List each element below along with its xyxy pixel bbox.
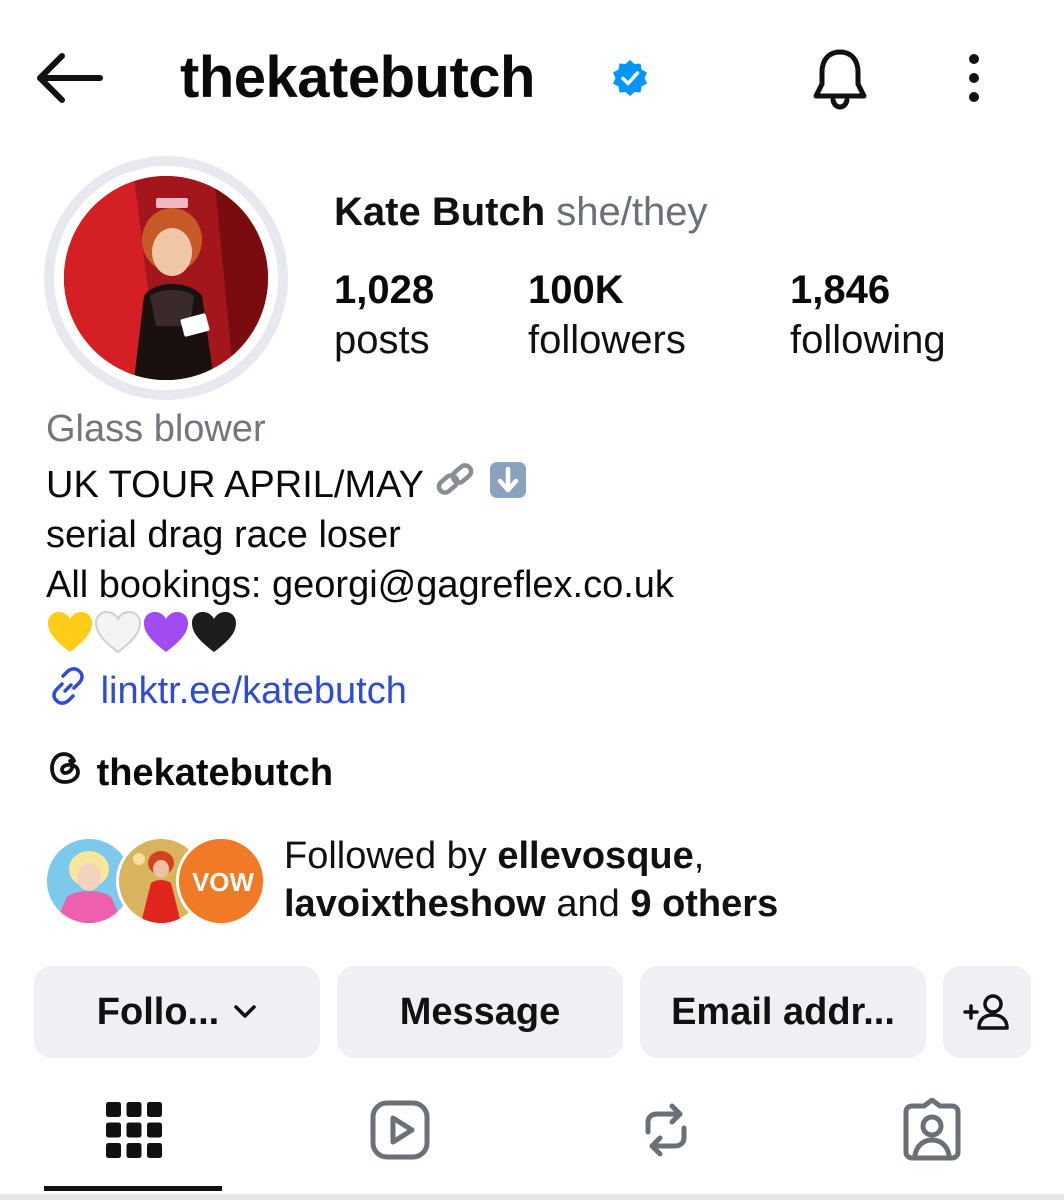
tagged-icon [903,1098,961,1161]
follower-badge-text: VOW [192,867,255,897]
chevron-down-icon [233,1004,257,1020]
tab-reposts[interactable] [626,1090,706,1170]
profile-category: Glass blower [46,408,266,450]
followed-by-user-1: ellevosque [497,835,694,877]
followed-by-others: 9 others [630,883,779,925]
profile-username: thekatebutch [180,45,535,110]
tab-reels[interactable] [360,1090,440,1170]
message-button-label: Message [399,990,561,1033]
stat-following-label: following [790,318,946,362]
stat-posts[interactable]: 1,028 posts [334,266,434,366]
down-arrow-emoji-icon [488,460,528,513]
reels-icon [370,1100,430,1160]
threads-handle: thekatebutch [96,752,334,794]
tabs-divider [0,1194,1064,1200]
grid-icon [106,1102,162,1158]
bio-link-text: linktr.ee/katebutch [100,670,407,712]
email-button-label: Email addr... [671,990,895,1033]
following-button-label: Follo... [96,990,220,1033]
stat-followers-label: followers [528,318,686,362]
more-vertical-icon [969,54,979,102]
stat-posts-value: 1,028 [334,268,435,312]
stat-posts-label: posts [334,318,430,362]
followed-by-sep: , [693,835,705,877]
notifications-bell-button[interactable] [806,44,874,112]
bio-line-tagline: serial drag race loser [46,514,401,556]
profile-avatar[interactable] [64,176,268,380]
bio-line-bookings: All bookings: georgi@gagreflex.co.uk [46,564,674,606]
email-button[interactable]: Email addr... [640,966,926,1058]
reposts-icon [645,1103,687,1157]
stat-following[interactable]: 1,846 following [790,266,946,366]
more-options-button[interactable] [950,50,998,110]
active-tab-indicator [44,1186,222,1191]
threads-link[interactable]: thekatebutch [46,748,333,801]
tab-tagged[interactable] [892,1090,972,1170]
bio-tour-text: UK TOUR APRIL/MAY [46,464,424,506]
pronouns: she/they [556,190,708,234]
stat-following-value: 1,846 [790,268,891,312]
yellow-heart-icon [46,610,94,667]
link-icon [46,666,90,719]
followed-by-and: and [545,883,631,925]
followed-by-prefix: Followed by [284,835,498,877]
threads-icon [46,748,86,801]
display-name: Kate Butch [334,190,546,234]
suggested-users-button[interactable] [943,966,1031,1058]
link-emoji-icon [434,460,478,513]
black-heart-icon [190,610,238,667]
bio-hearts-row [46,610,238,667]
following-dropdown-button[interactable]: Follo... [34,966,320,1058]
stat-followers-value: 100K [528,268,624,312]
bio-link[interactable]: linktr.ee/katebutch [46,666,407,719]
follower-avatar-3[interactable]: VOW [176,836,266,926]
stat-followers[interactable]: 100K followers [528,266,686,366]
display-name-row: Kate Butch she/they [334,188,707,236]
bio-line-tour: UK TOUR APRIL/MAY [46,460,528,513]
tab-posts-grid[interactable] [94,1090,174,1170]
message-button[interactable]: Message [337,966,623,1058]
followed-by-user-2: lavoixtheshow [284,883,546,925]
verified-badge-icon [610,58,650,98]
bell-icon [813,49,867,110]
add-person-icon [963,994,1009,1030]
purple-heart-icon [142,610,190,667]
back-button[interactable] [30,48,106,108]
back-arrow-icon [37,53,103,103]
white-heart-icon [94,610,142,667]
followed-by-text[interactable]: Followed by ellevosque, lavoixtheshow an… [284,832,778,928]
